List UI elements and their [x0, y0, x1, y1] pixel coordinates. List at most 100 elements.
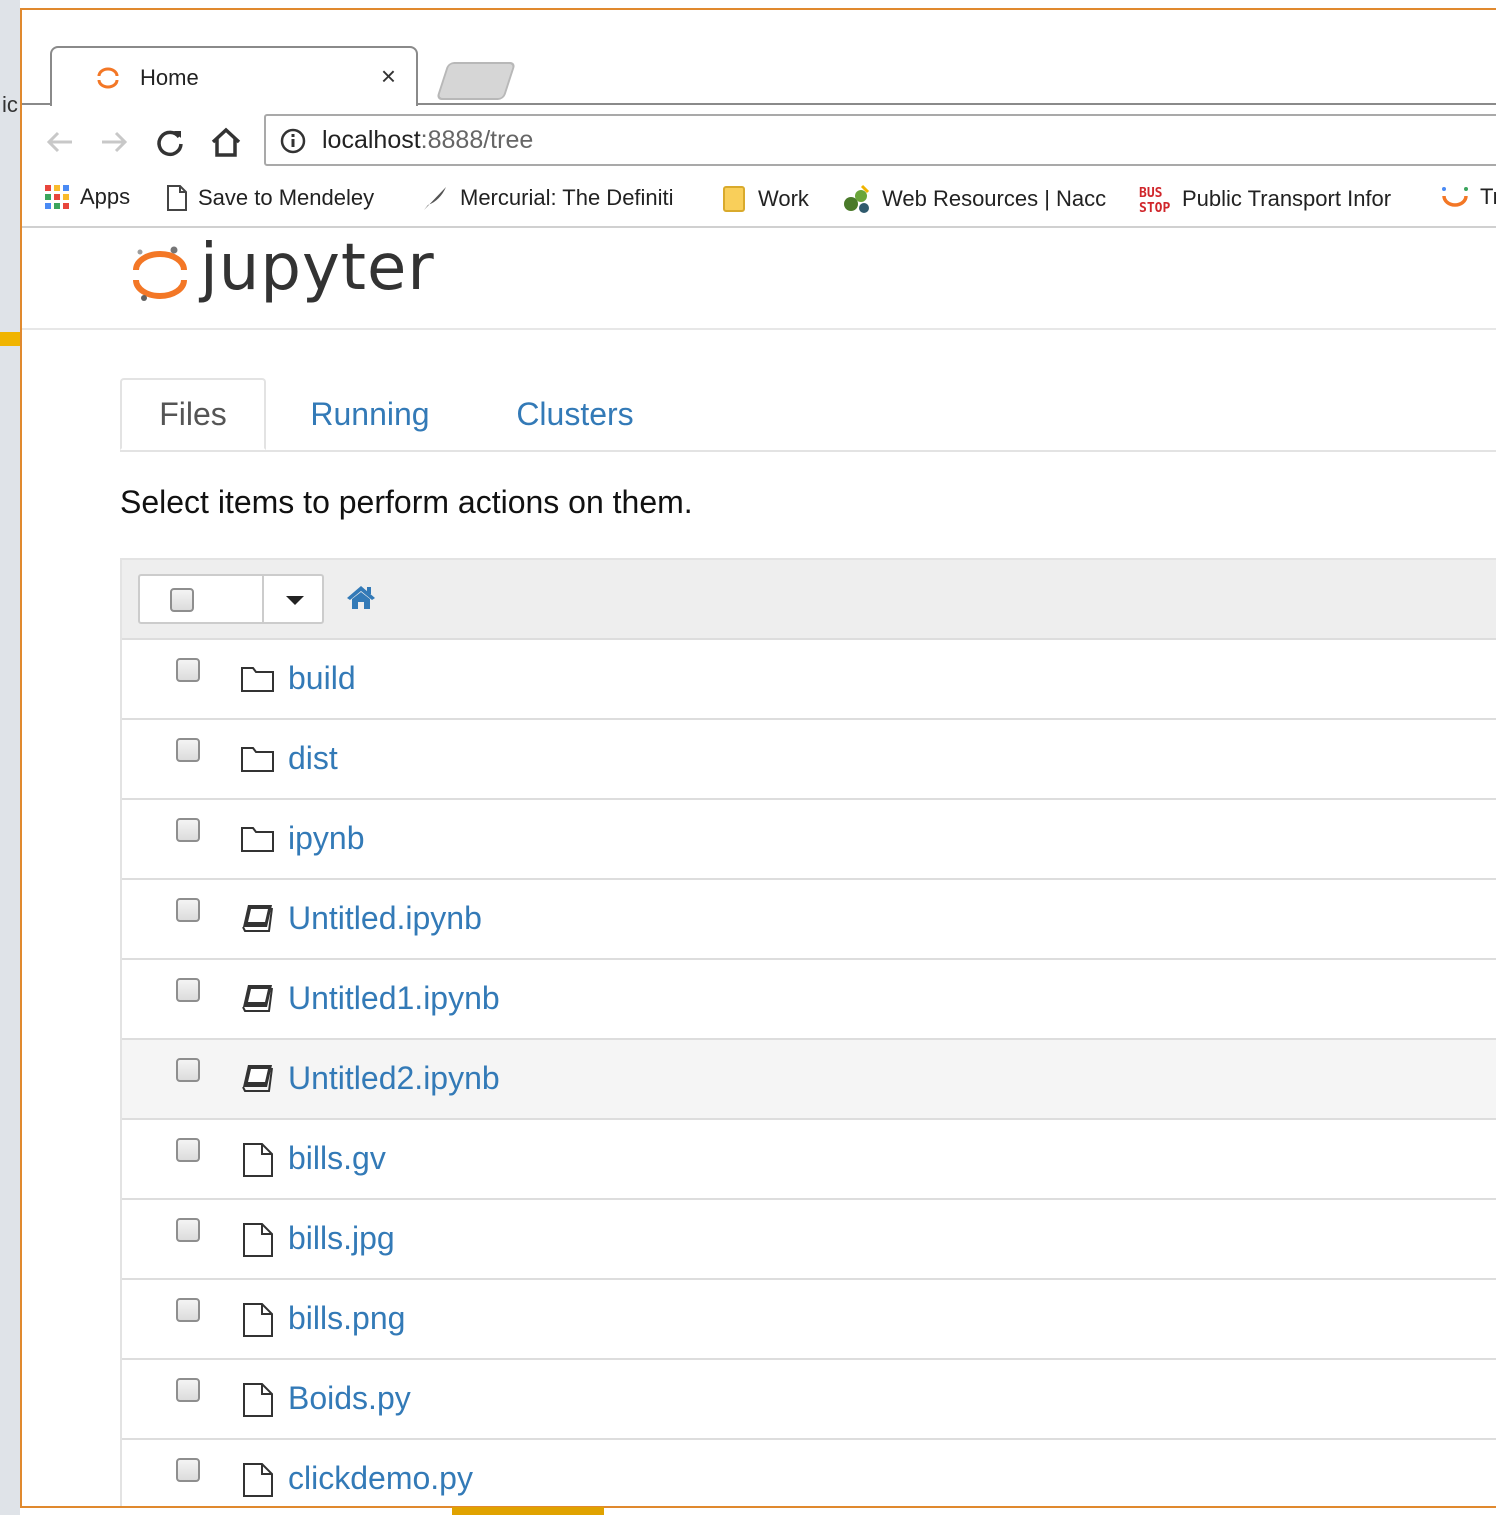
jupyter-logo-icon — [133, 246, 187, 301]
reload-icon[interactable] — [150, 122, 190, 162]
file-icon — [243, 1143, 273, 1177]
jupyter-favicon-icon — [97, 67, 119, 89]
item-checkbox[interactable] — [176, 738, 200, 762]
item-link[interactable]: Untitled2.ipynb — [288, 1060, 500, 1097]
back-icon[interactable] — [40, 122, 80, 162]
item-link[interactable]: dist — [288, 740, 338, 777]
list-item[interactable]: clickdemo.py — [122, 1440, 1496, 1506]
svg-text:BUS: BUS — [1139, 186, 1163, 201]
list-item[interactable]: bills.gv — [122, 1120, 1496, 1200]
tab-clusters[interactable]: Clusters — [500, 378, 650, 450]
item-link[interactable]: bills.jpg — [288, 1220, 395, 1257]
item-link[interactable]: clickdemo.py — [288, 1460, 473, 1497]
jupyter-wordmark: jupyter — [200, 231, 435, 305]
item-checkbox[interactable] — [176, 978, 200, 1002]
tab-title: Home — [140, 65, 199, 90]
bookmark-mendeley[interactable]: Save to Mendeley — [166, 184, 374, 212]
tab-home[interactable]: Home × — [50, 46, 418, 106]
list-item[interactable]: Untitled1.ipynb — [122, 960, 1496, 1040]
desktop-fragment: ic — [2, 92, 18, 117]
item-checkbox[interactable] — [176, 1298, 200, 1322]
item-checkbox[interactable] — [176, 1058, 200, 1082]
chevron-down-icon[interactable] — [286, 596, 304, 605]
url-path: :8888/tree — [420, 126, 534, 154]
forward-icon[interactable] — [94, 122, 134, 162]
item-link[interactable]: Untitled1.ipynb — [288, 980, 500, 1017]
desktop-edge: ic — [0, 0, 20, 1515]
info-icon[interactable] — [280, 128, 306, 154]
item-checkbox[interactable] — [176, 1378, 200, 1402]
bookmark-label: Work — [758, 186, 809, 211]
select-divider — [262, 576, 264, 622]
bookmark-label: Public Transport Infor — [1182, 186, 1392, 211]
item-checkbox[interactable] — [176, 1138, 200, 1162]
file-icon — [243, 1463, 273, 1497]
file-icon — [243, 1303, 273, 1337]
home-icon[interactable] — [206, 122, 246, 162]
jupyter-small-icon — [1440, 184, 1470, 210]
item-link[interactable]: build — [288, 660, 356, 697]
list-item[interactable]: Untitled.ipynb — [122, 880, 1496, 960]
url-text: localhost:8888/tree — [322, 126, 533, 155]
item-link[interactable]: Untitled.ipynb — [288, 900, 482, 937]
bookmark-tr[interactable]: Tr — [1440, 184, 1496, 210]
list-item[interactable]: Boids.py — [122, 1360, 1496, 1440]
file-icon — [243, 1223, 273, 1257]
browser-window: Home × localhost:8888/tree Apps Save to … — [20, 8, 1496, 1508]
bookmark-public-transport[interactable]: BUS STOP Public Transport Infor — [1138, 184, 1391, 214]
item-checkbox[interactable] — [176, 898, 200, 922]
bookmark-mercurial[interactable]: Mercurial: The Definiti — [422, 184, 674, 212]
folder-icon — [241, 827, 274, 852]
tab-files[interactable]: Files — [120, 378, 266, 450]
bookmark-label: Web Resources | Nacc — [882, 186, 1107, 211]
bookmark-label: Mercurial: The Definiti — [460, 185, 674, 210]
file-icon — [243, 1383, 273, 1417]
notebook-icon — [242, 1065, 273, 1092]
folder-icon — [722, 184, 748, 214]
tab-strip-line — [22, 103, 52, 105]
tab-strip-line — [416, 103, 1496, 105]
list-item[interactable]: dist — [122, 720, 1496, 800]
select-all-checkbox[interactable] — [170, 588, 194, 612]
jupyter-logo[interactable]: jupyter — [130, 231, 435, 308]
select-all-control — [138, 574, 324, 624]
list-item[interactable]: ipynb — [122, 800, 1496, 880]
notebook-icon — [242, 905, 273, 932]
item-link[interactable]: bills.png — [288, 1300, 405, 1337]
item-checkbox[interactable] — [176, 658, 200, 682]
bookmark-web-resources[interactable]: Web Resources | Nacc — [842, 184, 1106, 214]
tab-close-icon[interactable]: × — [381, 61, 396, 92]
item-checkbox[interactable] — [176, 1218, 200, 1242]
bookmark-work[interactable]: Work — [722, 184, 809, 214]
list-item[interactable]: Untitled2.ipynb — [122, 1040, 1496, 1120]
new-tab-button[interactable] — [435, 62, 517, 100]
tab-running[interactable]: Running — [290, 378, 450, 450]
bookmark-apps[interactable]: Apps — [44, 184, 130, 210]
tab-strip: Home × — [22, 10, 1496, 106]
bus-stop-icon: BUS STOP — [1138, 184, 1172, 214]
item-checkbox[interactable] — [176, 818, 200, 842]
folder-icon — [241, 667, 274, 692]
list-item[interactable]: build — [122, 640, 1496, 720]
list-item[interactable]: bills.png — [122, 1280, 1496, 1360]
address-bar[interactable]: localhost:8888/tree — [264, 114, 1496, 166]
bookmark-label: Apps — [80, 184, 131, 209]
item-link[interactable]: Boids.py — [288, 1380, 411, 1417]
bookmark-label: Save to Mendeley — [198, 185, 375, 210]
item-link[interactable]: ipynb — [288, 820, 365, 857]
browser-toolbar: localhost:8888/tree — [22, 110, 1496, 172]
selection-hint: Select items to perform actions on them. — [120, 484, 693, 520]
bookmarks-bar: Apps Save to Mendeley Mercurial: The Def… — [22, 178, 1496, 224]
notebook-tabs: Files Running Clusters — [120, 378, 1496, 452]
item-link[interactable]: bills.gv — [288, 1140, 386, 1177]
url-host: localhost — [322, 126, 421, 154]
bookmark-label: Tr — [1480, 184, 1496, 209]
web-resources-icon — [842, 184, 872, 214]
item-checkbox[interactable] — [176, 1458, 200, 1482]
browser-chrome: Home × localhost:8888/tree Apps Save to … — [22, 10, 1496, 228]
list-item[interactable]: bills.jpg — [122, 1200, 1496, 1280]
home-icon[interactable] — [346, 584, 376, 610]
folder-icon — [241, 747, 274, 772]
taskbar-accent — [452, 1507, 604, 1515]
jupyter-header: jupyter — [22, 228, 1496, 330]
